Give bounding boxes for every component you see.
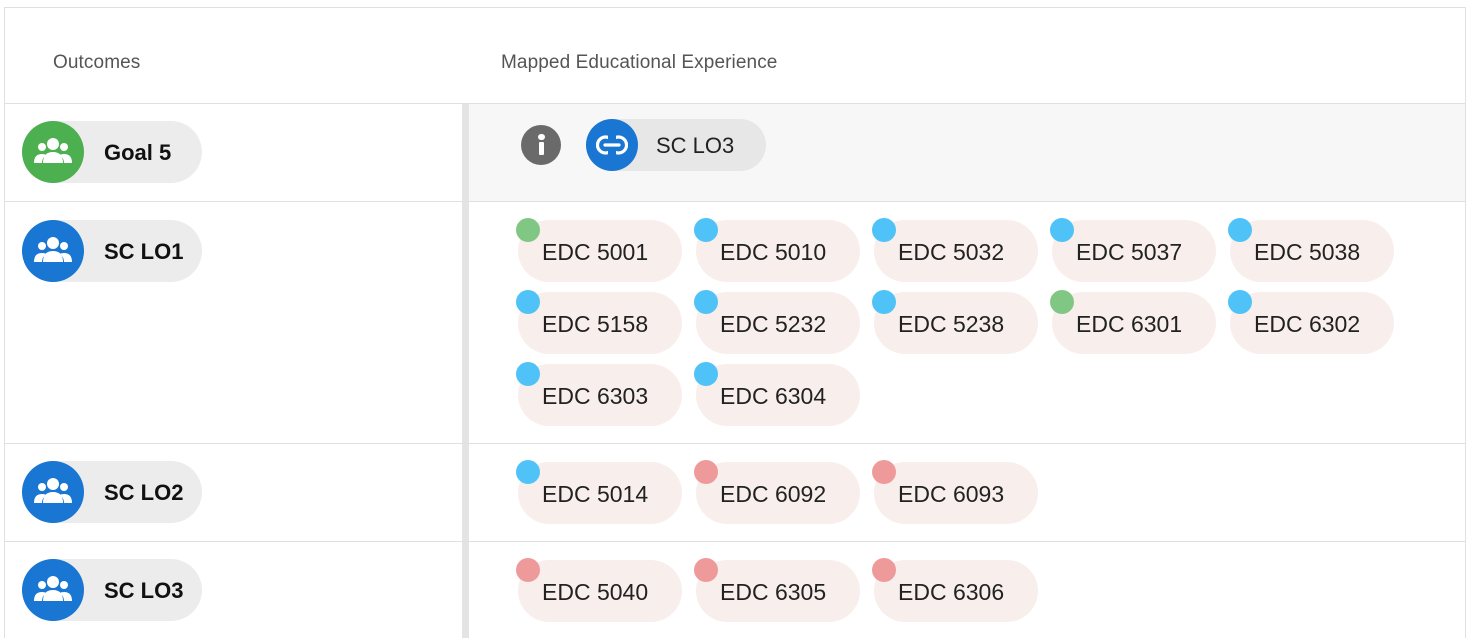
status-dot [694,558,718,582]
outcome-chip-sc-lo3[interactable]: SC LO3 [22,559,202,621]
outcome-avatar [22,461,84,523]
course-chip[interactable]: EDC 6303 [516,362,682,426]
status-dot [872,460,896,484]
outcomes-table: Outcomes Mapped Educational Experience G… [4,7,1466,638]
outcome-label: SC LO3 [104,578,184,603]
course-chip[interactable]: EDC 5014 [516,460,682,524]
status-dot [516,290,540,314]
outcome-cell: SC LO1 [5,202,462,443]
status-dot [1050,218,1074,242]
course-chip[interactable]: EDC 6304 [694,362,860,426]
info-icon[interactable] [521,125,561,165]
course-chip[interactable]: EDC 5001 [516,218,682,282]
course-chip[interactable]: EDC 5040 [516,558,682,622]
column-header-mapped-experience: Mapped Educational Experience [501,52,778,73]
course-code: EDC 5038 [1254,239,1361,265]
mapped-cell: SC LO3 [469,104,1465,201]
course-code: EDC 6093 [898,481,1005,507]
status-dot [694,290,718,314]
table-header: Outcomes Mapped Educational Experience [5,8,1465,104]
people-icon [34,478,72,503]
status-dot [694,218,718,242]
status-dot [516,460,540,484]
course-chip[interactable]: EDC 6093 [872,460,1038,524]
link-icon [596,135,628,155]
status-dot [872,558,896,582]
course-code: EDC 5032 [898,239,1005,265]
status-dot [1228,290,1252,314]
course-code: EDC 5014 [542,481,649,507]
course-chip[interactable]: EDC 5238 [872,290,1038,354]
table-row-goal-5: Goal 5 SC LO3 [5,104,1465,202]
table-row-sc-lo3: SC LO3 EDC 5040 EDC 6305 EDC 6306 [5,542,1465,638]
outcome-label: Goal 5 [104,140,172,165]
column-divider [462,202,469,443]
column-divider [462,104,469,201]
course-chip[interactable]: EDC 6306 [872,558,1038,622]
outcome-avatar [22,559,84,621]
course-chip[interactable]: EDC 5037 [1050,218,1216,282]
outcome-label: SC LO1 [104,239,184,264]
course-chip[interactable]: EDC 6092 [694,460,860,524]
mapped-cell: EDC 5001 EDC 5010 EDC 5032 EDC 5037 EDC … [469,202,1465,443]
course-chip[interactable]: EDC 5010 [694,218,860,282]
course-code: EDC 5001 [542,239,649,265]
course-code: EDC 6092 [720,481,827,507]
course-code: EDC 5238 [898,311,1005,337]
outcome-chip-sc-lo1[interactable]: SC LO1 [22,220,202,282]
course-code: EDC 5037 [1076,239,1183,265]
status-dot [872,218,896,242]
course-code: EDC 5040 [542,579,649,605]
course-code: EDC 6304 [720,383,827,409]
mapped-cell: EDC 5014 EDC 6092 EDC 6093 [469,444,1465,541]
outcome-cell: SC LO2 [5,444,462,541]
course-code: EDC 5158 [542,311,649,337]
course-code: EDC 6303 [542,383,649,409]
status-dot [694,362,718,386]
outcome-cell: Goal 5 [5,104,462,201]
table-row-sc-lo1: SC LO1 EDC 5001 EDC 5010 EDC 5032 EDC 50… [5,202,1465,444]
outcome-chip-goal-5[interactable]: Goal 5 [22,121,202,183]
outcome-avatar [22,121,84,183]
people-icon [34,138,72,163]
mapped-cell: EDC 5040 EDC 6305 EDC 6306 [469,542,1465,638]
table-row-sc-lo2: SC LO2 EDC 5014 EDC 6092 EDC 6093 [5,444,1465,542]
linked-outcome-chip[interactable]: SC LO3 [586,119,766,171]
course-chip[interactable]: EDC 5158 [516,290,682,354]
link-avatar [586,119,638,171]
course-code: EDC 6305 [720,579,827,605]
column-divider [462,542,469,638]
outcome-chip-sc-lo2[interactable]: SC LO2 [22,461,202,523]
outcome-label: SC LO2 [104,480,184,505]
course-code: EDC 6306 [898,579,1005,605]
status-dot [1228,218,1252,242]
status-dot [694,460,718,484]
status-dot [516,558,540,582]
course-chip[interactable]: EDC 6301 [1050,290,1216,354]
linked-outcome-label: SC LO3 [656,133,735,158]
status-dot [1050,290,1074,314]
course-chip[interactable]: EDC 6305 [694,558,860,622]
course-chip[interactable]: EDC 6302 [1228,290,1394,354]
course-code: EDC 5232 [720,311,827,337]
column-header-outcomes: Outcomes [53,52,141,73]
course-chip[interactable]: EDC 5232 [694,290,860,354]
outcome-cell: SC LO3 [5,542,462,638]
column-divider [462,444,469,541]
outcome-avatar [22,220,84,282]
people-icon [34,237,72,262]
course-code: EDC 6301 [1076,311,1183,337]
status-dot [516,218,540,242]
course-chip[interactable]: EDC 5032 [872,218,1038,282]
status-dot [872,290,896,314]
people-icon [34,576,72,601]
status-dot [516,362,540,386]
course-code: EDC 5010 [720,239,827,265]
course-code: EDC 6302 [1254,311,1361,337]
course-chip[interactable]: EDC 5038 [1228,218,1394,282]
